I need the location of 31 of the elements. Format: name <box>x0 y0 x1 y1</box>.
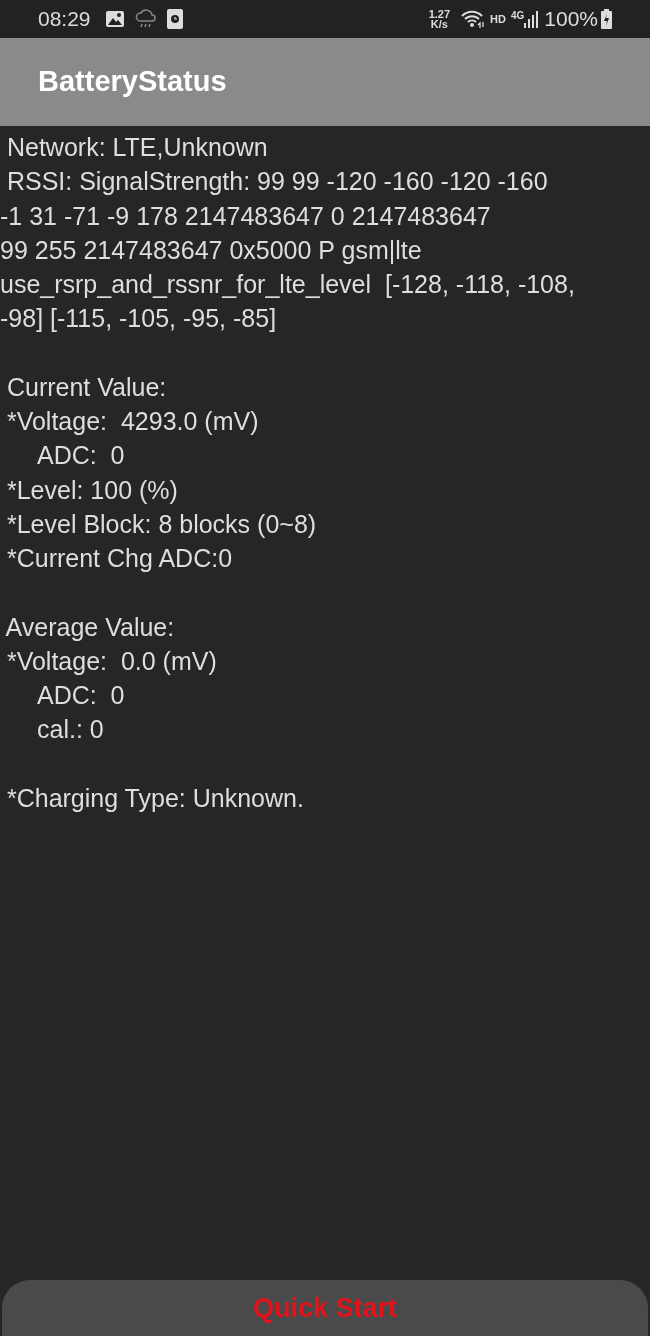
quick-start-button[interactable]: Quick Start <box>2 1280 648 1336</box>
status-text-line: *Level: 100 (%) <box>5 474 178 506</box>
status-time: 08:29 <box>38 6 91 33</box>
status-text-line: Network: LTE,Unknown <box>5 132 268 163</box>
status-text-line: use_rsrp_and_rssnr_for_lte_level [-128, -118, -108, <box>0 269 575 301</box>
status-text-line: *Voltage: 0.0 (mV) <box>5 645 217 677</box>
status-text-line: 99 255 2147483647 0x5000 P gsm|lte <box>0 234 422 266</box>
status-text-line: cal.: 0 <box>36 714 104 746</box>
network-type: 4G <box>510 9 525 23</box>
battery-percent: 100% <box>544 6 598 33</box>
app-title: BatteryStatus <box>38 64 227 100</box>
status-text-line: Average Value: <box>4 611 175 643</box>
status-text-line: Current Value: <box>5 371 167 403</box>
clock-icon <box>166 9 183 29</box>
status-text-line: -98] [-115, -105, -95, -85] <box>0 303 277 335</box>
signal-icon <box>524 10 539 28</box>
cloud-rain-icon <box>134 9 157 29</box>
wifi-icon <box>460 9 487 29</box>
status-text-line: ADC: 0 <box>36 680 125 712</box>
hd-label: HD <box>490 11 506 27</box>
status-text-line: *Level Block: 8 blocks (0~8) <box>5 508 317 540</box>
status-text-line: *Voltage: 4293.0 (mV) <box>5 406 259 438</box>
status-text-line: ADC: 0 <box>36 440 125 472</box>
speed-value: 1.27 <box>428 9 451 19</box>
status-text-line: *Current Chg ADC:0 <box>5 543 233 575</box>
status-text-line: *Charging Type: Unknown. <box>5 782 304 814</box>
battery-charging-icon <box>601 9 612 29</box>
speed-unit: K/s <box>430 19 448 29</box>
status-text-line: -1 31 -71 -9 178 2147483647 0 2147483647 <box>0 200 491 232</box>
status-text-line: RSSI: SignalStrength: 99 99 -120 -160 -120 -160 <box>5 166 548 198</box>
image-icon <box>104 10 125 28</box>
